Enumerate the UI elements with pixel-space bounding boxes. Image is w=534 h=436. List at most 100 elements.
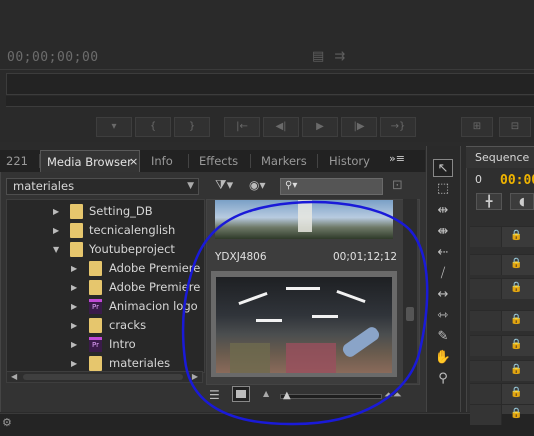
timeline-track[interactable]: 🔒 (470, 383, 534, 404)
premiere-file-icon: Pr (89, 337, 102, 352)
tab-info[interactable]: Info (145, 150, 190, 172)
marker-icon[interactable]: ◖ (510, 193, 534, 210)
expand-arrow-icon[interactable]: ▶ (71, 259, 77, 278)
step-forward-icon[interactable]: |▶ (341, 117, 377, 137)
tree-horizontal-scrollbar[interactable]: ◀ ▶ (6, 371, 203, 383)
icon-view-icon[interactable] (232, 386, 250, 402)
lock-icon[interactable]: 🔒 (510, 339, 522, 350)
rate-stretch-tool-icon[interactable]: ⇠ (433, 244, 453, 262)
panel-menu-icon[interactable]: »≡ (387, 152, 407, 168)
scroll-left-icon[interactable]: ◀ (11, 372, 17, 381)
folder-select[interactable]: materiales ▼ (6, 178, 199, 195)
source-time-ruler[interactable] (6, 73, 534, 95)
tab-media-browser[interactable]: Media Browser × (40, 150, 140, 172)
overwrite-icon[interactable]: ⊟ (499, 117, 531, 137)
tree-item-tecnicalenglish[interactable]: ▶ tecnicalenglish (7, 221, 204, 240)
expand-arrow-icon[interactable]: ▶ (71, 316, 77, 335)
clip-thumbnail[interactable] (216, 277, 392, 373)
source-timecode[interactable]: 00;00;00;00 (7, 50, 99, 65)
expand-arrow-icon[interactable]: ▶ (53, 202, 59, 221)
expand-arrow-icon[interactable]: ▶ (71, 335, 77, 354)
scrollbar-thumb[interactable] (23, 374, 183, 380)
tree-item-setting-db[interactable]: ▶ Setting_DB (7, 202, 204, 221)
hand-tool-icon[interactable]: ✋ (433, 349, 453, 367)
lock-icon[interactable]: 🔒 (510, 387, 522, 398)
timeline-track[interactable]: 🔒 (470, 404, 534, 425)
thumbnail-vertical-scrollbar[interactable] (403, 199, 417, 383)
thumbnail-size-slider[interactable] (280, 394, 382, 399)
tab-markers[interactable]: Markers (255, 150, 317, 172)
expand-arrow-icon[interactable]: ▶ (53, 221, 59, 240)
lock-icon[interactable]: 🔒 (510, 282, 522, 293)
slide-tool-icon[interactable]: ⇿ (433, 307, 453, 325)
lock-icon[interactable]: 🔒 (510, 258, 522, 269)
snap-icon[interactable]: ╋ (476, 193, 502, 210)
go-to-out-icon[interactable]: →} (380, 117, 416, 137)
wrench-arrows-icon[interactable]: ⇉ (334, 49, 345, 64)
tree-item-animacion-logo[interactable]: ▶ Pr Animacion logo (7, 297, 204, 316)
clip-thumbnail-detail (298, 200, 312, 232)
tree-item-adobe-premiere-2[interactable]: ▶ Adobe Premiere (7, 278, 204, 297)
pen-tool-icon[interactable]: ✎ (433, 328, 453, 346)
scroll-right-icon[interactable]: ▶ (192, 372, 198, 381)
slip-tool-icon[interactable]: ↔ (433, 286, 453, 304)
expand-arrow-icon[interactable]: ▶ (71, 278, 77, 297)
tab-history[interactable]: History (323, 150, 383, 172)
step-back-icon[interactable]: ◀| (263, 117, 299, 137)
tree-item-adobe-premiere-1[interactable]: ▶ Adobe Premiere (7, 259, 204, 278)
marker-icon[interactable]: ▾ (96, 117, 132, 137)
premiere-file-icon: Pr (89, 299, 102, 314)
expand-arrow-icon[interactable]: ▶ (71, 297, 77, 316)
eye-icon[interactable]: ◉▾ (249, 178, 266, 192)
tab-sequence[interactable]: Sequence 0 (466, 146, 534, 186)
timeline-track[interactable]: 🔒 (470, 335, 534, 356)
ripple-edit-tool-icon[interactable]: ⇹ (433, 202, 453, 220)
go-to-in-icon[interactable]: |← (224, 117, 260, 137)
lock-icon[interactable]: 🔒 (510, 408, 522, 419)
track-header (470, 361, 502, 381)
track-select-tool-icon[interactable]: ⬚ (433, 180, 453, 198)
transport-controls: ▾ { } |← ◀| ▶ |▶ →} (96, 117, 416, 137)
timeline-track[interactable]: 🔒 (470, 278, 534, 299)
slider-handle[interactable]: ▲ (283, 390, 291, 401)
tree-item-intro[interactable]: ▶ Pr Intro (7, 335, 204, 354)
zoom-in-icon[interactable]: ⏶⏶ (384, 388, 402, 402)
scrollbar-thumb[interactable] (406, 307, 414, 321)
collapse-arrow-icon[interactable]: ▼ (53, 240, 59, 259)
filter-icon[interactable]: ⧩▾ (215, 178, 233, 193)
insert-icon[interactable]: ⊞ (461, 117, 493, 137)
tab-project[interactable]: 221 (0, 150, 40, 172)
play-icon[interactable]: ▶ (302, 117, 338, 137)
timeline-track[interactable]: 🔒 (470, 254, 534, 275)
timeline-track[interactable]: 🔒 (470, 360, 534, 381)
out-point-icon[interactable]: } (174, 117, 210, 137)
search-input[interactable]: ⚲▾ (280, 178, 383, 195)
track-header (470, 336, 502, 356)
tree-item-label: Setting_DB (89, 204, 153, 218)
tree-item-label: Adobe Premiere (109, 261, 201, 275)
source-zoom-bar[interactable] (6, 96, 534, 107)
folder-icon (70, 223, 83, 238)
timeline-track[interactable]: 🔒 (470, 226, 534, 247)
list-view-icon[interactable]: ☰ (209, 388, 220, 402)
tab-effects[interactable]: Effects (193, 150, 251, 172)
razor-tool-icon[interactable]: ⧸ (433, 265, 453, 283)
clip-name: YDXJ4806 (215, 251, 267, 263)
lock-icon[interactable]: 🔒 (510, 314, 522, 325)
timeline-track[interactable]: 🔒 (470, 310, 534, 331)
zoom-tool-icon[interactable]: ⚲ (433, 370, 453, 388)
film-icon[interactable]: ▤ (312, 49, 324, 64)
tree-item-youtubeproject[interactable]: ▼ Youtubeproject (7, 240, 204, 259)
selection-tool-icon[interactable]: ↖ (433, 159, 453, 177)
tree-item-cracks[interactable]: ▶ cracks (7, 316, 204, 335)
rolling-edit-tool-icon[interactable]: ⇼ (433, 223, 453, 241)
lock-icon[interactable]: 🔒 (510, 364, 522, 375)
status-icon[interactable]: ⚙ (2, 416, 12, 429)
in-point-icon[interactable]: { (135, 117, 171, 137)
close-icon[interactable]: × (129, 151, 138, 173)
folder-icon (89, 280, 102, 295)
lock-icon[interactable]: 🔒 (510, 230, 522, 241)
new-search-bin-icon[interactable]: ⊡ (392, 178, 403, 193)
zoom-out-icon[interactable]: ▲ (263, 389, 269, 398)
sequence-timecode[interactable]: 00:00 (500, 173, 534, 188)
